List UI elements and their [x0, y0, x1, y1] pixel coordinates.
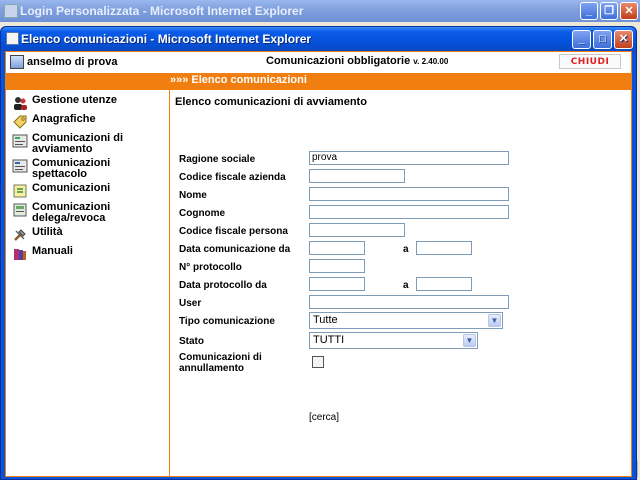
annullamento-checkbox[interactable] [312, 356, 324, 368]
maximize-button[interactable]: □ [593, 30, 612, 49]
user-name: anselmo di prova [27, 56, 118, 68]
users-icon [12, 95, 28, 111]
label-stato: Stato [179, 336, 204, 347]
sidebar-item-comunicazioni-avviamento[interactable]: Comunicazioni di avviamento [12, 133, 163, 155]
tipo-comunicazione-select[interactable]: Tutte ▼ [309, 312, 503, 329]
window-title: Elenco comunicazioni - Microsoft Interne… [21, 32, 312, 46]
label-ragione-sociale: Ragione sociale [179, 154, 256, 165]
sidebar-item-label: Anagrafiche [32, 113, 96, 125]
data-protocollo-da-input[interactable] [309, 277, 365, 291]
form-icon [12, 133, 28, 149]
document-icon [12, 202, 28, 218]
sidebar-item-manuali[interactable]: Manuali [12, 246, 163, 262]
breadcrumb-bar: »»» Elenco comunicazioni [6, 73, 631, 90]
cerca-link[interactable]: [cerca] [309, 412, 339, 423]
sidebar-item-label: Gestione utenze [32, 94, 117, 106]
background-window-title: Login Personalizzata - Microsoft Interne… [20, 4, 304, 18]
data-comunicazione-da-input[interactable] [309, 241, 365, 255]
user-input[interactable] [309, 295, 509, 309]
close-button[interactable]: ✕ [620, 2, 638, 20]
user-card-icon [10, 55, 24, 69]
sidebar-item-label: Comunicazioni di avviamento [32, 132, 124, 155]
nome-input[interactable] [309, 187, 509, 201]
chiudi-button[interactable]: CHIUDI [559, 54, 621, 69]
sidebar-item-anagrafiche[interactable]: Anagrafiche [12, 114, 163, 130]
label-data-comunicazione-a: a [403, 244, 409, 255]
restore-button[interactable]: ❐ [600, 2, 618, 20]
user-info: anselmo di prova [10, 55, 117, 69]
label-nome: Nome [179, 190, 207, 201]
sidebar-item-label: Utilità [32, 226, 63, 238]
label-data-protocollo-da: Data protocollo da [179, 280, 267, 291]
sidebar-item-label: Manuali [32, 245, 73, 257]
notebook-icon [12, 183, 28, 199]
page-header: anselmo di prova Comunicazioni obbligato… [6, 52, 631, 72]
minimize-button[interactable]: _ [572, 30, 591, 49]
label-tipo-comunicazione: Tipo comunicazione [179, 316, 275, 327]
stato-select[interactable]: TUTTI ▼ [309, 332, 478, 349]
chevron-down-icon[interactable]: ▼ [463, 334, 476, 347]
sidebar: Gestione utenze Anagrafiche Comunicazion… [6, 90, 170, 476]
data-comunicazione-a-input[interactable] [416, 241, 472, 255]
breadcrumb: »»» Elenco comunicazioni [170, 74, 307, 86]
label-data-comunicazione-da: Data comunicazione da [179, 244, 291, 255]
app-title: Comunicazioni obbligatorie v. 2.40.00 [266, 55, 448, 67]
page-title: Elenco comunicazioni di avviamento [175, 96, 367, 108]
label-numero-protocollo: N° protocollo [179, 262, 242, 273]
main-panel: Elenco comunicazioni di avviamento Ragio… [171, 90, 631, 476]
sidebar-item-comunicazioni-spettacolo[interactable]: Comunicazioni spettacolo [12, 158, 163, 180]
tipo-comunicazione-value: Tutte [313, 314, 338, 326]
sidebar-item-gestione-utenze[interactable]: Gestione utenze [12, 95, 163, 111]
sidebar-item-comunicazioni[interactable]: Comunicazioni [12, 183, 163, 199]
app-version: v. 2.40.00 [413, 57, 449, 66]
minimize-button[interactable]: _ [580, 2, 598, 20]
cognome-input[interactable] [309, 205, 509, 219]
label-comunicazioni-annullamento: Comunicazioni di annullamento [179, 352, 262, 374]
sidebar-item-label: Comunicazioni spettacolo [32, 157, 111, 180]
label-cognome: Cognome [179, 208, 226, 219]
books-icon [12, 246, 28, 262]
tools-icon [12, 227, 28, 243]
window-titlebar[interactable]: Elenco comunicazioni - Microsoft Interne… [1, 27, 636, 51]
ie-icon [6, 32, 19, 45]
stato-value: TUTTI [313, 334, 345, 346]
ragione-sociale-input[interactable]: prova [309, 151, 509, 165]
label-data-protocollo-a: a [403, 280, 409, 291]
chevron-down-icon[interactable]: ▼ [488, 314, 501, 327]
background-window-titlebar[interactable]: Login Personalizzata - Microsoft Interne… [0, 0, 640, 22]
codice-fiscale-azienda-input[interactable] [309, 169, 405, 183]
form-icon [12, 158, 28, 174]
label-codice-fiscale-azienda: Codice fiscale azienda [179, 172, 286, 183]
label-user: User [179, 298, 202, 309]
sidebar-item-label: Comunicazioni delega/revoca [32, 201, 111, 224]
codice-fiscale-persona-input[interactable] [309, 223, 405, 237]
sidebar-item-label: Comunicazioni [32, 182, 111, 194]
label-codice-fiscale-persona: Codice fiscale persona [179, 226, 288, 237]
tag-icon [12, 114, 28, 130]
ie-icon [4, 4, 18, 18]
page-content: anselmo di prova Comunicazioni obbligato… [5, 51, 632, 477]
app-title-text: Comunicazioni obbligatorie [266, 55, 411, 67]
numero-protocollo-input[interactable] [309, 259, 365, 273]
close-button[interactable]: ✕ [614, 30, 633, 49]
sidebar-item-comunicazioni-delega-revoca[interactable]: Comunicazioni delega/revoca [12, 202, 163, 224]
foreground-window: Elenco comunicazioni - Microsoft Interne… [0, 26, 637, 480]
data-protocollo-a-input[interactable] [416, 277, 472, 291]
sidebar-item-utilita[interactable]: Utilità [12, 227, 163, 243]
